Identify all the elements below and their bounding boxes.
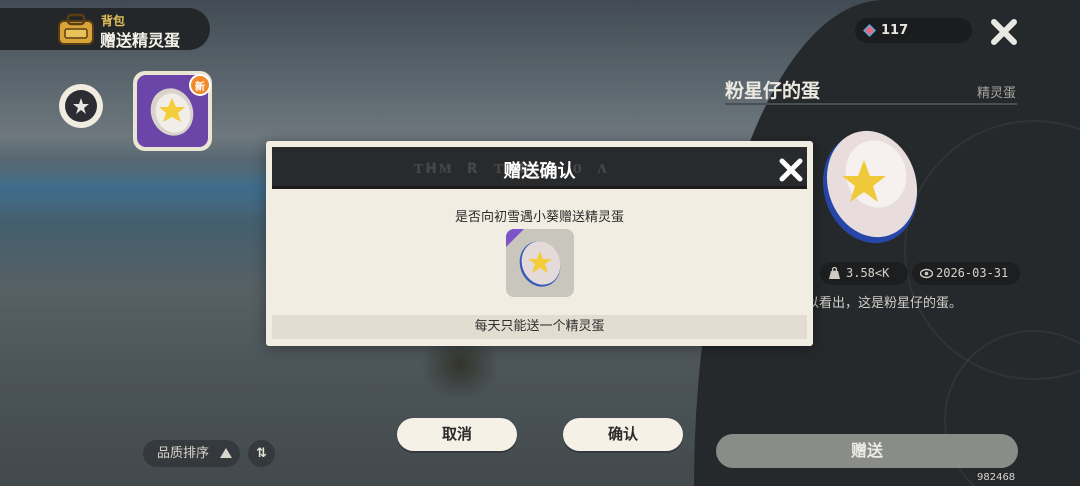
new-badge: 新: [189, 74, 211, 96]
close-icon[interactable]: [988, 16, 1020, 48]
dialog-note: 每天只能送一个精灵蛋: [272, 315, 807, 339]
pet-name: 粉星仔的蛋: [725, 80, 821, 102]
gift-button[interactable]: 赠送: [716, 434, 1018, 468]
sort-order-toggle[interactable]: ⇅: [248, 440, 275, 467]
date-value: 2026-03-31: [936, 266, 1009, 280]
dialog-question: 是否向初雪遇小葵赠送精灵蛋: [454, 210, 624, 225]
cancel-button[interactable]: 取消: [397, 418, 517, 451]
inventory-item-ball[interactable]: [59, 84, 103, 128]
gift-confirm-dialog: ᴛʜᴍ ʀ ᴛ ʟ ɴ ᴏ ᴧ 赠送确认 是否向初雪遇小葵赠送精灵蛋 每天只能送…: [266, 141, 813, 346]
eye-icon: [920, 268, 933, 279]
pet-type: 精灵蛋: [977, 86, 1017, 101]
egg-icon: [519, 241, 561, 287]
dialog-egg-item: [506, 229, 574, 297]
currency-amount: 117: [881, 23, 909, 38]
page-title: 赠送精灵蛋: [100, 31, 181, 50]
divider: [725, 103, 1017, 105]
sort-dropdown[interactable]: 品质排序: [143, 440, 240, 467]
gem-icon: [863, 24, 876, 37]
currency-display: 117: [855, 18, 972, 43]
pet-description: 以看出，这是粉星仔的蛋。: [806, 296, 963, 311]
date-stat: 2026-03-31: [912, 262, 1020, 285]
top-header: 背包 赠送精灵蛋: [0, 8, 210, 50]
star-ball-icon: [67, 92, 95, 120]
egg-image: [822, 130, 918, 244]
backpack-icon: [58, 13, 94, 45]
weight-stat: 3.58<K: [820, 262, 908, 285]
dialog-title: 赠送确认: [503, 161, 576, 182]
weight-icon: [829, 267, 840, 279]
triangle-up-icon: [220, 448, 232, 458]
confirm-button[interactable]: 确认: [563, 418, 683, 451]
weight-value: 3.58<K: [846, 266, 890, 280]
dialog-header: ᴛʜᴍ ʀ ᴛ ʟ ɴ ᴏ ᴧ 赠送确认: [272, 147, 807, 189]
close-icon[interactable]: [778, 157, 804, 183]
user-id: 982468: [977, 472, 1016, 483]
sort-label: 品质排序: [157, 446, 210, 461]
